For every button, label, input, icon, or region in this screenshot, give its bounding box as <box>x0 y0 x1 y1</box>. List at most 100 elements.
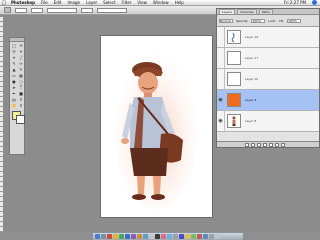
dock-app-icon[interactable] <box>143 234 148 239</box>
tab-layers[interactable]: Layers <box>219 9 235 14</box>
option-field[interactable] <box>31 7 43 13</box>
healing-brush-tool-icon[interactable]: ✎ <box>11 61 17 66</box>
menubar-clock: Fri 2:27 PM <box>283 0 306 5</box>
eraser-tool-icon[interactable]: ▭ <box>11 73 17 78</box>
dodge-tool-icon[interactable]: ○ <box>18 79 24 84</box>
zoom-tool-icon[interactable]: ⚲ <box>18 103 24 108</box>
menu-help[interactable]: Help <box>172 0 187 5</box>
dock-app-icon[interactable] <box>155 234 160 239</box>
current-tool-icon[interactable] <box>4 7 11 13</box>
opacity-field[interactable]: 100% <box>251 18 266 23</box>
dock-app-icon[interactable] <box>119 234 124 239</box>
menu-layer[interactable]: Layer <box>83 0 100 5</box>
tab-channels[interactable]: Channels <box>236 9 257 14</box>
dock-app-icon[interactable] <box>197 234 202 239</box>
menu-file[interactable]: File <box>38 0 51 5</box>
lock-label: Lock: <box>268 18 277 23</box>
dock-app-icon[interactable] <box>167 234 172 239</box>
dock-app-icon[interactable] <box>131 234 136 239</box>
menu-view[interactable]: View <box>134 0 150 5</box>
layer-row[interactable]: Layer 10 <box>217 69 319 90</box>
history-brush-tool-icon[interactable]: ✎ <box>18 67 24 72</box>
option-field[interactable] <box>47 7 77 13</box>
tab-paths[interactable]: Paths <box>258 9 273 14</box>
menu-image[interactable]: Image <box>64 0 83 5</box>
layers-palette-footer <box>217 141 319 147</box>
figure-thumbnail-icon <box>232 116 236 126</box>
shape-tool-icon[interactable]: ■ <box>18 91 24 96</box>
fill-label: Fill: <box>279 18 285 23</box>
option-field[interactable] <box>97 7 127 13</box>
slice-tool-icon[interactable]: ╱ <box>18 55 24 60</box>
eye-icon[interactable]: ◉ <box>217 111 225 131</box>
blur-tool-icon[interactable]: ● <box>11 79 17 84</box>
layer-thumbnail <box>227 93 241 107</box>
dock-app-icon[interactable] <box>209 234 214 239</box>
magic-wand-tool-icon[interactable]: ✦ <box>18 49 24 54</box>
document-canvas[interactable] <box>100 35 213 218</box>
trash-dock-icon[interactable] <box>215 234 220 239</box>
dock-app-icon[interactable] <box>137 234 142 239</box>
option-field[interactable] <box>81 7 93 13</box>
layer-thumbnail <box>227 30 241 44</box>
app-menu[interactable]: Photoshop <box>8 0 38 5</box>
layer-row[interactable]: Layer 19 <box>217 27 319 48</box>
visibility-toggle[interactable] <box>217 48 225 68</box>
dock-app-icon[interactable] <box>191 234 196 239</box>
layer-name: Layer 9 <box>245 98 257 102</box>
trash-icon[interactable] <box>281 142 285 147</box>
type-tool-icon[interactable]: T <box>18 85 24 90</box>
notes-tool-icon[interactable]: ▤ <box>11 97 17 102</box>
dock-app-icon[interactable] <box>179 234 184 239</box>
dock-app-icon[interactable] <box>173 234 178 239</box>
hand-tool-icon[interactable]: ✋ <box>11 103 17 108</box>
gradient-tool-icon[interactable]: ▦ <box>18 73 24 78</box>
menu-select[interactable]: Select <box>100 0 118 5</box>
new-group-icon[interactable] <box>263 142 267 147</box>
menu-edit[interactable]: Edit <box>51 0 65 5</box>
layer-row-selected[interactable]: ◉ Layer 9 <box>217 90 319 111</box>
layer-mask-icon[interactable] <box>257 142 261 147</box>
menu-filter[interactable]: Filter <box>119 0 135 5</box>
adjustment-layer-icon[interactable] <box>269 142 273 147</box>
fill-field[interactable]: 100% <box>287 18 302 23</box>
layers-options: Normal Opacity: 100% Lock: Fill: 100% <box>217 15 319 27</box>
menu-window[interactable]: Window <box>150 0 172 5</box>
new-layer-icon[interactable] <box>275 142 279 147</box>
apple-menu-icon[interactable]:  <box>0 0 8 6</box>
layer-name: Layer 17 <box>245 56 259 60</box>
dock-app-icon[interactable] <box>101 234 106 239</box>
lasso-tool-icon[interactable]: ⦿ <box>11 49 17 54</box>
link-layers-icon[interactable] <box>245 142 249 147</box>
dock-app-icon[interactable] <box>113 234 118 239</box>
dock <box>93 232 243 240</box>
crop-tool-icon[interactable]: ⌖ <box>11 55 17 60</box>
dock-app-icon[interactable] <box>149 234 154 239</box>
visibility-toggle[interactable] <box>217 69 225 89</box>
layer-style-icon[interactable] <box>251 142 255 147</box>
visibility-toggle[interactable] <box>217 27 225 47</box>
blend-mode-select[interactable]: Normal <box>219 18 233 23</box>
tools-palette: □ ✛ ⦿ ✦ ⌖ ╱ ✎ ✏ ▲ ✎ ▭ ▦ ● ○ ➤ T ✒ ■ ▤ ⚲ … <box>9 37 25 155</box>
layer-thumbnail <box>227 51 241 65</box>
dock-app-icon[interactable] <box>203 234 208 239</box>
spotlight-icon[interactable] <box>312 0 317 5</box>
finder-icon[interactable] <box>95 234 100 239</box>
background-color-swatch[interactable] <box>16 115 25 124</box>
eyedropper-tool-icon[interactable]: ⚲ <box>18 97 24 102</box>
move-tool-icon[interactable]: ✛ <box>18 43 24 48</box>
pen-tool-icon[interactable]: ✒ <box>11 91 17 96</box>
eye-icon[interactable]: ◉ <box>217 90 225 110</box>
dock-app-icon[interactable] <box>161 234 166 239</box>
path-selection-tool-icon[interactable]: ➤ <box>11 85 17 90</box>
dock-app-icon[interactable] <box>107 234 112 239</box>
stamp-tool-icon[interactable]: ▲ <box>11 67 17 72</box>
marquee-tool-icon[interactable]: □ <box>11 43 17 48</box>
layer-row[interactable]: Layer 17 <box>217 48 319 69</box>
dock-app-icon[interactable] <box>125 234 130 239</box>
layer-row[interactable]: ◉ Layer 8 <box>217 111 319 132</box>
brush-tool-icon[interactable]: ✏ <box>18 61 24 66</box>
option-field[interactable] <box>15 7 27 13</box>
vertical-ruler <box>0 17 3 232</box>
dock-app-icon[interactable] <box>185 234 190 239</box>
